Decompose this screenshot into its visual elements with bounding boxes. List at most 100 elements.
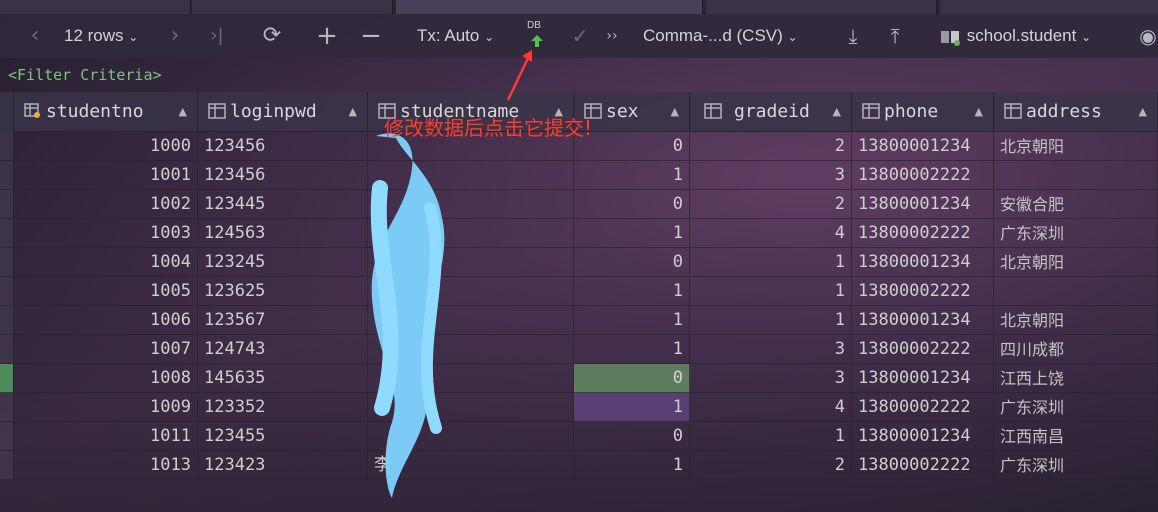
cell-loginpwd[interactable]: 145635 (198, 364, 368, 393)
cell-gradeid[interactable]: 4 (690, 393, 852, 422)
view-eye-icon[interactable]: ◉ (1138, 14, 1158, 58)
sort-icon[interactable]: ▲ (179, 92, 187, 132)
last-page-icon[interactable]: ›| (206, 14, 228, 58)
table-row[interactable]: 1011 123455 0 1 13800001234 江西南昌 (0, 422, 1158, 451)
row-gutter[interactable] (0, 277, 14, 306)
cell-studentno[interactable]: 1003 (14, 219, 198, 248)
column-header-address[interactable]: address ▲ (994, 92, 1158, 132)
cell-address[interactable]: 四川成都 (994, 335, 1158, 364)
cell-sex[interactable]: 1 (574, 451, 690, 480)
cell-address[interactable] (994, 277, 1158, 306)
row-gutter[interactable] (0, 306, 14, 335)
cell-loginpwd[interactable]: 124743 (198, 335, 368, 364)
row-gutter[interactable] (0, 190, 14, 219)
table-row[interactable]: 1006 123567 1 1 13800001234 北京朝阳 (0, 306, 1158, 335)
cell-address[interactable]: 广东深圳 (994, 451, 1158, 480)
cell-loginpwd[interactable]: 123625 (198, 277, 368, 306)
cell-phone[interactable]: 13800001234 (852, 132, 994, 161)
cell-gradeid[interactable]: 3 (690, 161, 852, 190)
cell-studentno[interactable]: 1013 (14, 451, 198, 480)
cell-gradeid[interactable]: 1 (690, 277, 852, 306)
cell-phone[interactable]: 13800002222 (852, 393, 994, 422)
cell-gradeid[interactable]: 2 (690, 451, 852, 480)
table-row[interactable]: 1003 124563 1 4 13800002222 广东深圳 (0, 219, 1158, 248)
cell-address[interactable]: 江西上饶 (994, 364, 1158, 393)
cell-address[interactable]: 广东深圳 (994, 219, 1158, 248)
row-gutter[interactable] (0, 422, 14, 451)
cell-address[interactable]: 安徽合肥 (994, 190, 1158, 219)
table-row[interactable]: 1002 123445 0 2 13800001234 安徽合肥 (0, 190, 1158, 219)
cell-studentno[interactable]: 1008 (14, 364, 198, 393)
cell-studentno[interactable]: 1007 (14, 335, 198, 364)
cell-studentno[interactable]: 1006 (14, 306, 198, 335)
chevron-right-icon[interactable]: › (166, 14, 184, 58)
table-row[interactable]: 1005 123625 1 1 13800002222 (0, 277, 1158, 306)
cell-sex[interactable]: 1 (574, 161, 690, 190)
row-gutter[interactable] (0, 451, 14, 480)
cell-sex[interactable]: 0 (574, 190, 690, 219)
cell-phone[interactable]: 13800001234 (852, 306, 994, 335)
cell-sex[interactable]: 0 (574, 422, 690, 451)
cell-sex[interactable]: 1 (574, 219, 690, 248)
table-row[interactable]: 1001 123456 1 3 13800002222 (0, 161, 1158, 190)
row-gutter[interactable] (0, 161, 14, 190)
row-gutter[interactable] (0, 132, 14, 161)
cell-sex[interactable]: 1 (574, 393, 690, 422)
cell-studentno[interactable]: 1011 (14, 422, 198, 451)
table-row[interactable]: 1004 123245 0 1 13800001234 北京朝阳 (0, 248, 1158, 277)
upload-icon[interactable]: ⤒ (884, 14, 906, 58)
export-format-dropdown[interactable]: Comma-...d (CSV) ⌄ (643, 14, 798, 58)
refresh-icon[interactable]: ⟳ (260, 14, 284, 58)
cell-phone[interactable]: 13800001234 (852, 422, 994, 451)
cell-gradeid[interactable]: 4 (690, 219, 852, 248)
row-gutter[interactable] (0, 364, 14, 393)
sort-icon[interactable]: ▲ (975, 92, 983, 132)
cell-sex[interactable]: 1 (574, 335, 690, 364)
column-header-phone[interactable]: phone ▲ (852, 92, 994, 132)
cell-gradeid[interactable]: 2 (690, 190, 852, 219)
table-row[interactable]: 1007 124743 1 3 13800002222 四川成都 (0, 335, 1158, 364)
checkmark-icon[interactable]: ✓ (570, 14, 590, 58)
cell-loginpwd[interactable]: 123423 (198, 451, 368, 480)
cell-studentno[interactable]: 1001 (14, 161, 198, 190)
rows-count-dropdown[interactable]: 12 rows ⌄ (64, 14, 138, 58)
cell-loginpwd[interactable]: 123445 (198, 190, 368, 219)
cell-address[interactable]: 北京朝阳 (994, 306, 1158, 335)
row-gutter[interactable] (0, 248, 14, 277)
editor-tab-active[interactable] (396, 0, 703, 14)
cell-address[interactable]: 北京朝阳 (994, 248, 1158, 277)
cell-gradeid[interactable]: 3 (690, 335, 852, 364)
cell-loginpwd[interactable]: 123455 (198, 422, 368, 451)
table-row[interactable]: 1013 123423 李 1 2 13800002222 广东深圳 (0, 451, 1158, 480)
cell-loginpwd[interactable]: 123567 (198, 306, 368, 335)
cell-phone[interactable]: 13800002222 (852, 219, 994, 248)
chevron-left-icon[interactable]: ‹ (26, 14, 44, 58)
delete-row-icon[interactable]: − (360, 14, 382, 58)
cell-studentno[interactable]: 1009 (14, 393, 198, 422)
cell-studentno[interactable]: 1002 (14, 190, 198, 219)
cell-gradeid[interactable]: 2 (690, 132, 852, 161)
row-gutter[interactable] (0, 219, 14, 248)
cell-address[interactable]: 江西南昌 (994, 422, 1158, 451)
editor-tab[interactable] (940, 0, 1158, 14)
cell-studentno[interactable]: 1005 (14, 277, 198, 306)
cell-address[interactable] (994, 161, 1158, 190)
cell-sex[interactable]: 1 (574, 306, 690, 335)
cell-phone[interactable]: 13800002222 (852, 161, 994, 190)
cell-address[interactable]: 广东深圳 (994, 393, 1158, 422)
sort-icon[interactable]: ▲ (1139, 92, 1147, 132)
cell-loginpwd[interactable]: 123456 (198, 161, 368, 190)
cell-phone[interactable]: 13800001234 (852, 364, 994, 393)
sort-icon[interactable]: ▲ (833, 92, 841, 132)
table-row[interactable]: 1008 145635 0 3 13800001234 江西上饶 (0, 364, 1158, 393)
cell-gradeid[interactable]: 1 (690, 248, 852, 277)
cell-gradeid[interactable]: 3 (690, 364, 852, 393)
data-source-dropdown[interactable]: school.student ⌄ (940, 14, 1091, 58)
cell-loginpwd[interactable]: 124563 (198, 219, 368, 248)
editor-tab[interactable] (192, 0, 393, 14)
cell-studentno[interactable]: 1004 (14, 248, 198, 277)
transaction-mode-dropdown[interactable]: Tx: Auto ⌄ (417, 14, 494, 58)
filter-criteria-field[interactable]: <Filter Criteria> (0, 62, 1158, 88)
overflow-chevron-icon[interactable]: ›› (604, 14, 620, 58)
add-row-icon[interactable]: + (316, 14, 338, 58)
